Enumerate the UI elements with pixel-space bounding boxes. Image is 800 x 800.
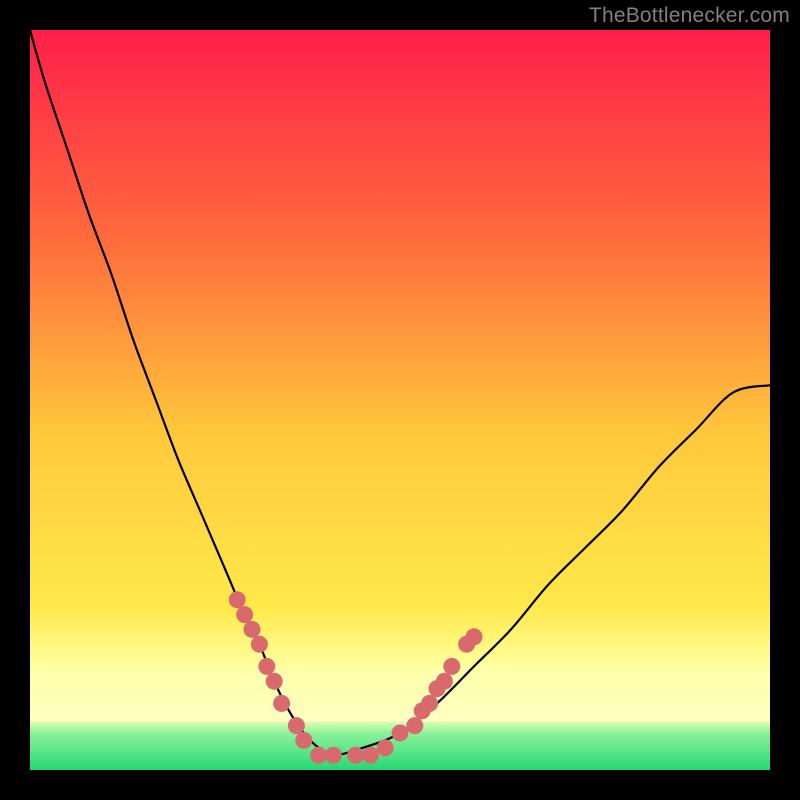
watermark-text: TheBottlenecker.com xyxy=(589,4,790,28)
data-point xyxy=(244,621,261,638)
bottleneck-curve xyxy=(30,30,770,770)
data-point xyxy=(347,747,364,764)
data-point xyxy=(377,739,394,756)
data-point xyxy=(362,747,379,764)
data-point xyxy=(406,717,423,734)
data-point xyxy=(273,695,290,712)
data-point xyxy=(236,606,253,623)
curve-path xyxy=(30,30,770,755)
data-points xyxy=(229,591,483,763)
data-point xyxy=(436,673,453,690)
data-point xyxy=(258,658,275,675)
data-point xyxy=(421,695,438,712)
data-point xyxy=(288,717,305,734)
data-point xyxy=(466,628,483,645)
data-point xyxy=(392,725,409,742)
chart-frame xyxy=(30,30,770,770)
data-point xyxy=(443,658,460,675)
data-point xyxy=(310,747,327,764)
data-point xyxy=(251,636,268,653)
data-point xyxy=(295,732,312,749)
data-point xyxy=(325,747,342,764)
data-point xyxy=(266,673,283,690)
data-point xyxy=(229,591,246,608)
